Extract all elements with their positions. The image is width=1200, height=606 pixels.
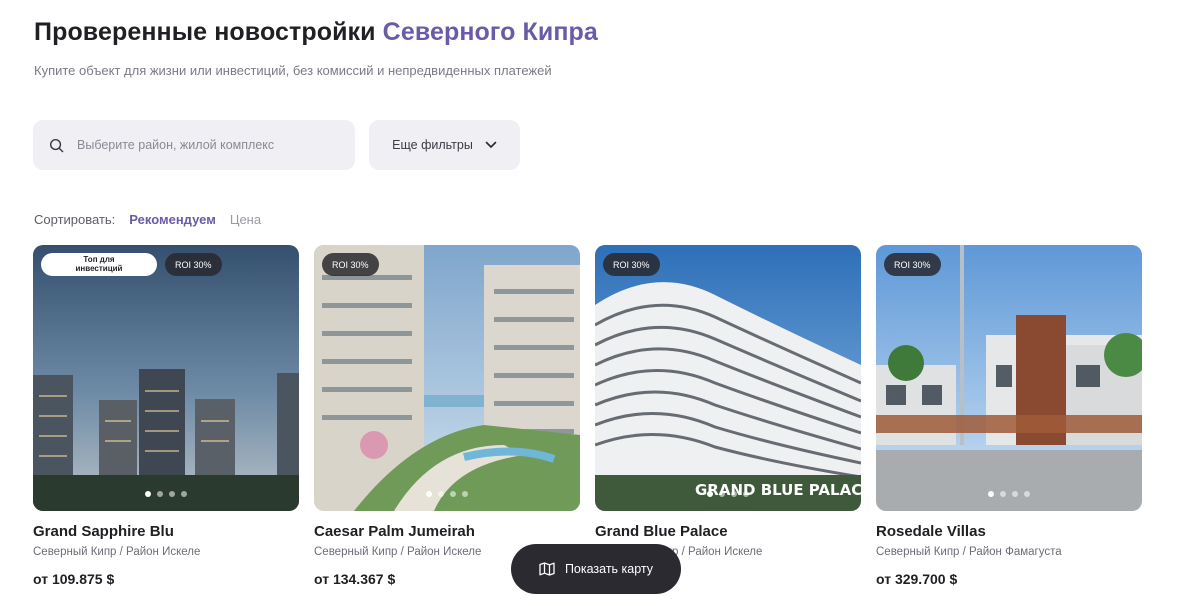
carousel-dot[interactable] — [450, 491, 456, 497]
carousel-dot[interactable] — [438, 491, 444, 497]
listing-location: Северный Кипр / Район Искеле — [33, 546, 201, 558]
chevron-down-icon — [485, 141, 497, 148]
carousel-dots — [707, 491, 749, 497]
listing-badges: ROI 30% — [884, 253, 941, 276]
carousel-dot[interactable] — [719, 491, 725, 497]
search-input[interactable] — [77, 138, 327, 152]
carousel-dot[interactable] — [181, 491, 187, 497]
listing-image[interactable]: ROI 30% — [314, 245, 580, 511]
carousel-dot[interactable] — [1000, 491, 1006, 497]
roi-badge: ROI 30% — [603, 253, 660, 276]
listing-badges: ROI 30% — [603, 253, 660, 276]
roi-badge: ROI 30% — [322, 253, 379, 276]
carousel-dot[interactable] — [169, 491, 175, 497]
towers-photo — [33, 245, 299, 511]
listing-price: от 109.875 $ — [33, 571, 115, 587]
show-map-label: Показать карту — [564, 562, 654, 576]
roi-badge: ROI 30% — [884, 253, 941, 276]
carousel-dot[interactable] — [462, 491, 468, 497]
carousel-dot[interactable] — [707, 491, 713, 497]
carousel-dot[interactable] — [157, 491, 163, 497]
search-box[interactable] — [33, 120, 355, 170]
page-subtitle: Купите объект для жизни или инвестиций, … — [34, 63, 552, 78]
listing-card[interactable]: Топ для инвестиций ROI 30% Grand Sapphir… — [33, 245, 299, 587]
sort-option-price[interactable]: Цена — [230, 212, 261, 227]
show-map-button[interactable]: Показать карту — [511, 544, 681, 594]
carousel-dots — [426, 491, 468, 497]
sort-label: Сортировать: — [34, 212, 116, 227]
listing-card[interactable]: ROI 30% Caesar Palm Jumeirah Северный Ки… — [314, 245, 580, 587]
more-filters-button[interactable]: Еще фильтры — [369, 120, 520, 170]
listing-name[interactable]: Grand Sapphire Blu — [33, 523, 299, 540]
listing-image[interactable]: GRAND BLUE PALACE ROI 30% — [595, 245, 861, 511]
page-title-accent: Северного Кипра — [382, 18, 598, 46]
palace-photo: GRAND BLUE PALACE — [595, 245, 861, 511]
resort-photo — [314, 245, 580, 511]
villas-photo — [876, 245, 1142, 511]
sort-bar: Сортировать: Рекомендуем Цена — [34, 212, 275, 227]
page-title: Проверенные новостройки Северного Кипра — [34, 18, 598, 47]
listing-name[interactable]: Caesar Palm Jumeirah — [314, 523, 580, 540]
top-investment-badge: Топ для инвестиций — [41, 253, 157, 276]
listing-name[interactable]: Rosedale Villas — [876, 523, 1142, 540]
listing-price: от 329.700 $ — [876, 571, 958, 587]
listing-card[interactable]: GRAND BLUE PALACE ROI 30% Grand Blue Pal… — [595, 245, 861, 587]
more-filters-label: Еще фильтры — [392, 138, 473, 152]
page-title-main: Проверенные новостройки — [34, 18, 383, 46]
listing-badges: ROI 30% — [322, 253, 379, 276]
listing-image[interactable]: ROI 30% — [876, 245, 1142, 511]
carousel-dot[interactable] — [731, 491, 737, 497]
listing-name[interactable]: Grand Blue Palace — [595, 523, 861, 540]
listing-badges: Топ для инвестиций ROI 30% — [41, 253, 222, 276]
carousel-dots — [988, 491, 1030, 497]
carousel-dot[interactable] — [426, 491, 432, 497]
carousel-dot[interactable] — [988, 491, 994, 497]
search-icon — [49, 138, 64, 152]
carousel-dot[interactable] — [743, 491, 749, 497]
listing-card[interactable]: ROI 30% Rosedale Villas Северный Кипр / … — [876, 245, 1142, 587]
sort-option-recommended[interactable]: Рекомендуем — [129, 212, 216, 227]
carousel-dot[interactable] — [145, 491, 151, 497]
map-icon — [539, 562, 555, 576]
carousel-dot[interactable] — [1024, 491, 1030, 497]
carousel-dot[interactable] — [1012, 491, 1018, 497]
listing-location: Северный Кипр / Район Фамагуста — [876, 546, 1062, 558]
carousel-dots — [145, 491, 187, 497]
roi-badge: ROI 30% — [165, 253, 222, 276]
listing-image[interactable]: Топ для инвестиций ROI 30% — [33, 245, 299, 511]
